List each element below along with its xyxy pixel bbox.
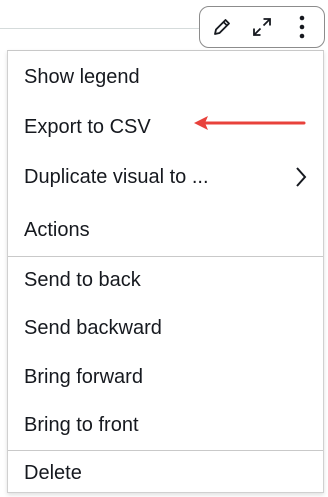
menu-item-label: Send to back xyxy=(24,268,141,291)
menu-item-bring-forward[interactable]: Bring forward xyxy=(8,357,323,397)
menu-item-label: Delete xyxy=(24,461,82,484)
edit-button[interactable] xyxy=(206,12,238,42)
menu-item-bring-to-front[interactable]: Bring to front xyxy=(8,405,323,445)
menu-item-show-legend[interactable]: Show legend xyxy=(8,57,323,97)
menu-item-actions[interactable]: Actions xyxy=(8,210,323,250)
screenshot-canvas: Show legend Export to CSV Duplicate visu… xyxy=(0,0,328,497)
menu-item-label: Export to CSV xyxy=(24,115,151,138)
menu-item-label: Actions xyxy=(24,218,90,241)
menu-divider xyxy=(8,450,323,451)
menu-item-label: Bring to front xyxy=(24,413,139,436)
menu-item-label: Show legend xyxy=(24,65,140,88)
annotation-arrow-icon xyxy=(194,116,306,130)
expand-button[interactable] xyxy=(246,12,278,42)
menu-item-label: Send backward xyxy=(24,316,162,339)
menu-item-delete[interactable]: Delete xyxy=(8,453,323,493)
menu-item-send-to-back[interactable]: Send to back xyxy=(8,260,323,300)
menu-item-label: Bring forward xyxy=(24,365,143,388)
menu-item-label: Duplicate visual to ... xyxy=(24,165,209,188)
menu-item-send-backward[interactable]: Send backward xyxy=(8,308,323,348)
menu-divider xyxy=(8,256,323,257)
more-options-button[interactable] xyxy=(286,12,318,42)
visual-header-line xyxy=(0,28,200,29)
more-vertical-icon xyxy=(299,15,305,39)
menu-item-duplicate-visual[interactable]: Duplicate visual to ... xyxy=(8,157,323,197)
expand-icon xyxy=(253,18,271,36)
chevron-right-icon xyxy=(296,167,307,187)
pencil-icon xyxy=(214,19,230,35)
visual-toolbar xyxy=(199,6,325,48)
